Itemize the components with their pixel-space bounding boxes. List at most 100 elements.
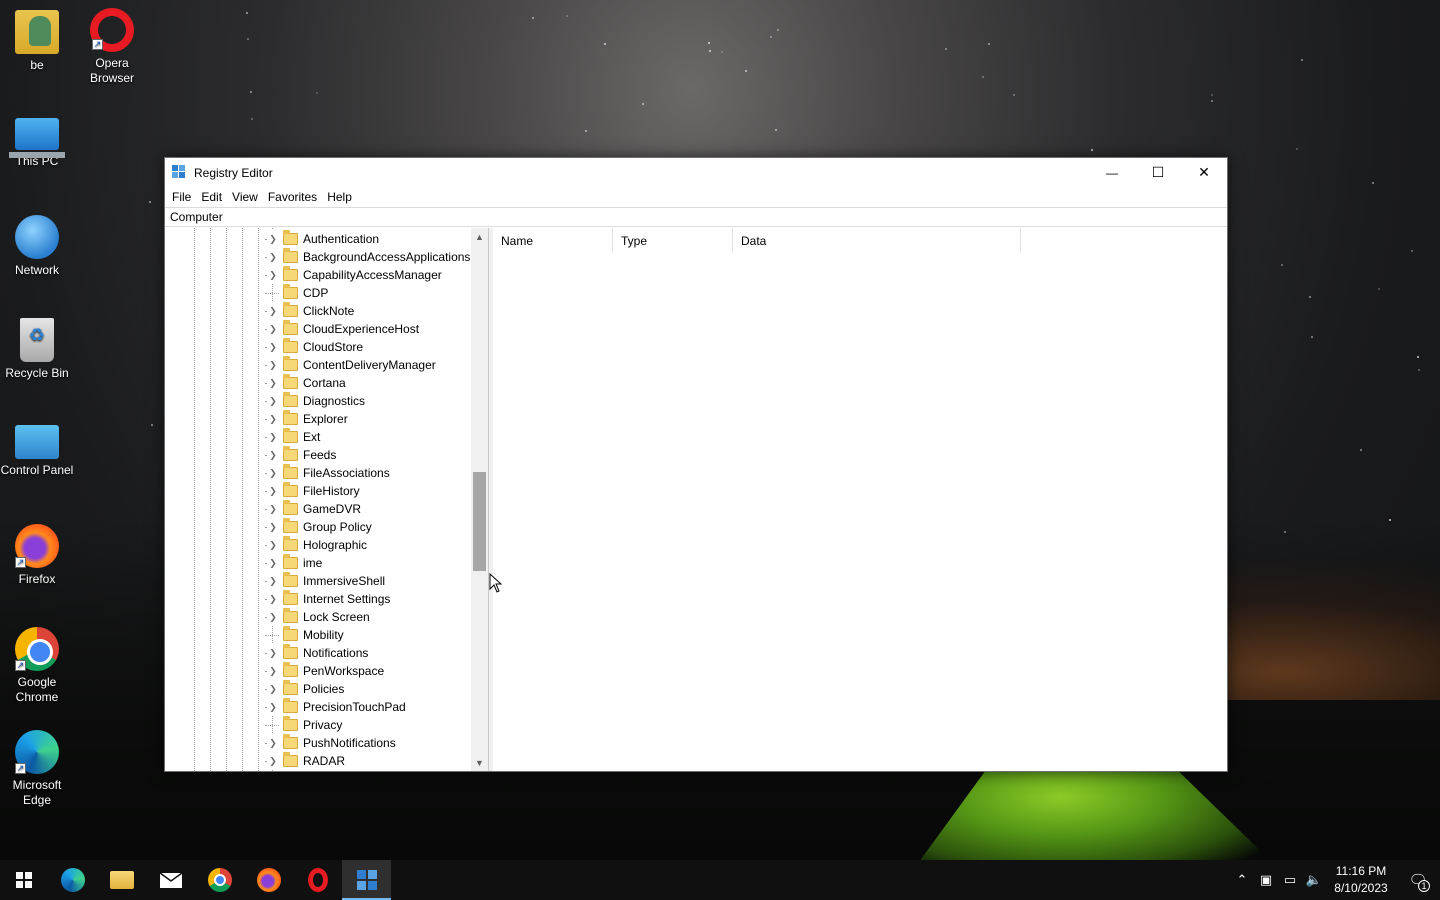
tree-item[interactable]: ❯ CapabilityAccessManager (265, 266, 471, 284)
tree-item[interactable]: ❯ Diagnostics (265, 392, 471, 410)
chevron-right-icon[interactable]: ❯ (267, 608, 279, 626)
menu-favorites[interactable]: Favorites (263, 187, 322, 207)
folder-icon (283, 662, 298, 677)
desktop-icon-firefox[interactable]: ↗ Firefox (0, 524, 74, 587)
column-header-type[interactable]: Type (613, 228, 733, 253)
scrollbar-thumb[interactable] (473, 472, 486, 571)
start-button[interactable] (0, 860, 48, 900)
tree-item[interactable]: ❯ CloudStore (265, 338, 471, 356)
network-status-icon[interactable]: ▭ (1278, 860, 1302, 900)
column-header-data[interactable]: Data (733, 228, 1021, 253)
tree-item[interactable]: ❯ ime (265, 554, 471, 572)
chevron-right-icon[interactable]: ❯ (267, 464, 279, 482)
chevron-right-icon[interactable]: ❯ (267, 536, 279, 554)
taskbar-file-explorer[interactable] (97, 860, 146, 900)
desktop-icon-network[interactable]: Network (0, 215, 74, 278)
volume-muted-icon[interactable]: 🔈 (1302, 860, 1326, 900)
chevron-right-icon[interactable]: ❯ (267, 752, 279, 770)
chevron-right-icon[interactable]: ❯ (267, 734, 279, 752)
chevron-right-icon[interactable]: ❯ (267, 518, 279, 536)
desktop-icon-edge[interactable]: ↗ Microsoft Edge (0, 730, 74, 808)
tree-item[interactable]: ❯ CloudExperienceHost (265, 320, 471, 338)
chevron-right-icon[interactable]: ❯ (267, 590, 279, 608)
chevron-right-icon[interactable]: ❯ (267, 482, 279, 500)
taskbar-opera[interactable] (293, 860, 342, 900)
tree-item[interactable]: ❯ Feeds (265, 446, 471, 464)
tree-item[interactable]: ❯ FileAssociations (265, 464, 471, 482)
maximize-button[interactable]: ☐ (1135, 158, 1181, 187)
tree-item[interactable]: ❯ Authentication (265, 230, 471, 248)
chevron-right-icon[interactable]: ❯ (267, 320, 279, 338)
taskbar-chrome[interactable] (195, 860, 244, 900)
tree-item[interactable]: ❯ Group Policy (265, 518, 471, 536)
scroll-up-arrow-icon[interactable]: ▲ (471, 228, 488, 245)
registry-tree-pane[interactable]: ❯ Authentication ❯ BackgroundAccessApplicat… (165, 228, 489, 771)
column-header-name[interactable]: Name (493, 228, 613, 253)
desktop-icon-recycle-bin[interactable]: Recycle Bin (0, 318, 74, 381)
tree-item[interactable]: ❯ PushNotifications (265, 734, 471, 752)
show-hidden-icons-chevron-up-icon[interactable]: ⌃ (1230, 860, 1254, 900)
tree-item[interactable]: ❯ Policies (265, 680, 471, 698)
chevron-right-icon[interactable]: ❯ (267, 680, 279, 698)
chevron-right-icon[interactable]: ❯ (267, 698, 279, 716)
tree-item[interactable]: ❯ ContentDeliveryManager (265, 356, 471, 374)
tree-item[interactable]: ❯ Internet Settings (265, 590, 471, 608)
tree-item[interactable]: ❯ Explorer (265, 410, 471, 428)
tree-item[interactable]: ❯ FileHistory (265, 482, 471, 500)
title-bar[interactable]: Registry Editor — ☐ ✕ (165, 158, 1227, 187)
chevron-right-icon[interactable]: ❯ (267, 248, 279, 266)
tree-item[interactable]: Privacy (265, 716, 471, 734)
clock[interactable]: 11:16 PM 8/10/2023 (1326, 863, 1396, 897)
minimize-button[interactable]: — (1089, 158, 1135, 187)
values-list-pane[interactable]: Name Type Data (493, 228, 1227, 771)
tree-item[interactable]: ❯ Holographic (265, 536, 471, 554)
desktop-icon-this-pc[interactable]: This PC (0, 112, 74, 169)
chevron-right-icon[interactable]: ❯ (267, 266, 279, 284)
tree-item[interactable]: ❯ BackgroundAccessApplications (265, 248, 471, 266)
chevron-right-icon[interactable]: ❯ (267, 338, 279, 356)
tree-scrollbar[interactable]: ▲ ▼ (471, 228, 488, 771)
desktop-icon-user-folder[interactable]: be (0, 10, 74, 73)
chevron-right-icon[interactable]: ❯ (267, 356, 279, 374)
menu-edit[interactable]: Edit (196, 187, 227, 207)
tree-item[interactable]: ❯ ImmersiveShell (265, 572, 471, 590)
menu-view[interactable]: View (227, 187, 263, 207)
tree-item[interactable]: Mobility (265, 626, 471, 644)
address-bar[interactable]: Computer (165, 207, 1227, 227)
tree-item[interactable]: CDP (265, 284, 471, 302)
tree-item[interactable]: ❯ GameDVR (265, 500, 471, 518)
tree-item[interactable]: ❯ Lock Screen (265, 608, 471, 626)
chevron-right-icon[interactable]: ❯ (267, 554, 279, 572)
chevron-right-icon[interactable]: ❯ (267, 428, 279, 446)
desktop-icon-control-panel[interactable]: Control Panel (0, 421, 74, 478)
chevron-right-icon[interactable]: ❯ (267, 374, 279, 392)
tree-item[interactable]: ❯ Cortana (265, 374, 471, 392)
taskbar-firefox[interactable] (244, 860, 293, 900)
scroll-down-arrow-icon[interactable]: ▼ (471, 754, 488, 771)
tree-item[interactable]: ❯ ClickNote (265, 302, 471, 320)
tree-item[interactable]: ❯ Notifications (265, 644, 471, 662)
chevron-right-icon[interactable]: ❯ (267, 392, 279, 410)
close-button[interactable]: ✕ (1181, 158, 1227, 187)
chevron-right-icon[interactable]: ❯ (267, 410, 279, 428)
chevron-right-icon[interactable]: ❯ (267, 500, 279, 518)
chevron-right-icon[interactable]: ❯ (267, 644, 279, 662)
menu-help[interactable]: Help (322, 187, 357, 207)
tree-item[interactable]: ❯ PenWorkspace (265, 662, 471, 680)
tree-item[interactable]: ❯ Ext (265, 428, 471, 446)
taskbar-mail[interactable] (146, 860, 195, 900)
desktop-icon-chrome[interactable]: ↗ Google Chrome (0, 627, 74, 705)
tree-item[interactable]: ❯ RADAR (265, 752, 471, 770)
action-center-button[interactable]: 🗨 1 (1396, 860, 1440, 900)
desktop-icon-opera[interactable]: ↗ Opera Browser (75, 8, 149, 86)
meet-now-icon[interactable]: ▣ (1254, 860, 1278, 900)
chevron-right-icon[interactable]: ❯ (267, 230, 279, 248)
chevron-right-icon[interactable]: ❯ (267, 302, 279, 320)
menu-file[interactable]: File (167, 187, 196, 207)
tree-item[interactable]: ❯ PrecisionTouchPad (265, 698, 471, 716)
taskbar-edge[interactable] (48, 860, 97, 900)
taskbar-registry-editor[interactable] (342, 860, 391, 900)
chevron-right-icon[interactable]: ❯ (267, 446, 279, 464)
chevron-right-icon[interactable]: ❯ (267, 572, 279, 590)
chevron-right-icon[interactable]: ❯ (267, 662, 279, 680)
